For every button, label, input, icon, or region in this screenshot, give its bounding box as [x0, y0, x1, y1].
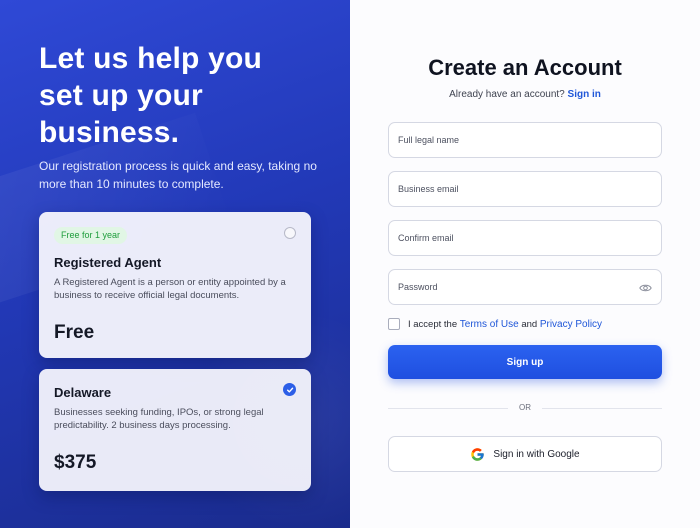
hero-line-3: business.	[39, 116, 180, 149]
consent-and: and	[521, 318, 538, 330]
hero-heading: Let us help you set up your business.	[39, 40, 319, 151]
eye-icon[interactable]	[639, 282, 652, 294]
hero-subtitle: Our registration process is quick and ea…	[39, 159, 317, 191]
sign-up-button[interactable]: Sign up	[388, 345, 662, 379]
terms-checkbox[interactable]	[388, 318, 400, 330]
left-panel: Let us help you set up your business. Ou…	[0, 0, 350, 528]
privacy-policy-link[interactable]: Privacy Policy	[540, 319, 602, 330]
business-email-input[interactable]	[389, 172, 661, 206]
plan-radio-delaware[interactable]	[283, 383, 296, 396]
full-name-field[interactable]	[388, 122, 662, 158]
already-text: Already have an account?	[449, 89, 565, 100]
password-input[interactable]	[389, 270, 661, 304]
plan-price: $375	[54, 452, 97, 473]
terms-consent: I accept the Terms of Use and Privacy Po…	[388, 318, 602, 330]
plan-description: A Registered Agent is a person or entity…	[54, 277, 286, 301]
google-icon	[471, 447, 485, 461]
google-button-label: Sign in with Google	[493, 448, 580, 460]
hero-line-2: set up your	[39, 79, 203, 112]
plan-price: Free	[54, 322, 95, 343]
google-sign-in-button[interactable]: Sign in with Google	[388, 436, 662, 472]
plan-card-delaware[interactable]: Delaware Businesses seeking funding, IPO…	[39, 369, 311, 491]
check-icon	[286, 387, 293, 393]
plan-radio-registered-agent[interactable]	[284, 227, 296, 239]
plan-title: Registered Agent	[54, 255, 162, 270]
divider-line	[542, 408, 662, 409]
business-email-field[interactable]	[388, 171, 662, 207]
form-title: Create an Account	[428, 55, 622, 80]
consent-prefix: I accept the	[408, 318, 458, 330]
terms-of-use-link[interactable]: Terms of Use	[460, 319, 519, 330]
consent-text: I accept the Terms of Use and Privacy Po…	[408, 319, 602, 330]
signup-panel: Create an Account Already have an accoun…	[350, 0, 700, 528]
plan-title: Delaware	[54, 385, 112, 400]
free-badge: Free for 1 year	[54, 227, 128, 244]
plan-card-registered-agent[interactable]: Free for 1 year Registered Agent A Regis…	[39, 212, 311, 358]
hero-line-1: Let us help you	[39, 42, 263, 75]
confirm-email-field[interactable]	[388, 220, 662, 256]
confirm-email-input[interactable]	[389, 221, 661, 255]
plan-description: Businesses seeking funding, IPOs, or str…	[54, 407, 264, 431]
password-field[interactable]	[388, 269, 662, 305]
already-have-account: Already have an account? Sign in	[350, 89, 700, 100]
full-name-input[interactable]	[389, 123, 661, 157]
sign-in-link[interactable]: Sign in	[568, 89, 601, 100]
or-divider: OR	[388, 402, 662, 414]
